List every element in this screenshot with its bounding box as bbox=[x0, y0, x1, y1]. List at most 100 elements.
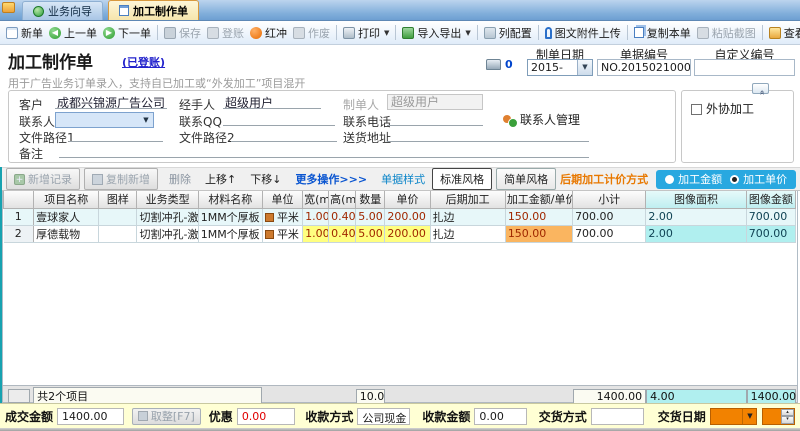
cell-h[interactable]: 0.40 bbox=[328, 208, 357, 226]
address-field[interactable] bbox=[387, 127, 589, 142]
printer-icon[interactable] bbox=[486, 59, 501, 70]
pricing-amount-radio[interactable]: 加工金额 bbox=[665, 171, 722, 187]
copy-add-button[interactable]: 复制新增 bbox=[84, 168, 158, 190]
order-date-combo[interactable]: 2015-02-10 ▼ bbox=[527, 59, 593, 76]
col-height[interactable]: 高(m) bbox=[328, 191, 357, 209]
col-quantity[interactable]: 数量 bbox=[355, 191, 386, 209]
cell-h[interactable]: 0.40 bbox=[328, 225, 357, 243]
delivery-time-spinner[interactable]: ▴ ▾ bbox=[762, 407, 795, 425]
col-unit[interactable]: 单位 bbox=[261, 191, 304, 209]
col-unit-price[interactable]: 单价 bbox=[384, 191, 431, 209]
cell-qty[interactable]: 5.00 bbox=[355, 208, 386, 226]
col-business-type[interactable]: 业务类型 bbox=[136, 191, 199, 209]
chevron-down-icon[interactable]: ▼ bbox=[742, 408, 756, 424]
phone-field[interactable] bbox=[387, 111, 483, 126]
col-project-name[interactable]: 项目名称 bbox=[33, 191, 100, 209]
remark-label: 备注 bbox=[19, 147, 44, 161]
col-image-area[interactable]: 图像面积 bbox=[645, 191, 747, 209]
file-path1-field[interactable] bbox=[69, 127, 163, 142]
new-order-button[interactable]: 新单 bbox=[3, 23, 46, 43]
print-button[interactable]: 打印 ▼ bbox=[340, 23, 392, 43]
handler-field[interactable]: 超级用户 bbox=[223, 94, 321, 109]
next-order-button[interactable]: ▶ 下一单 bbox=[100, 23, 154, 43]
style-simple-button[interactable]: 简单风格 bbox=[496, 168, 557, 190]
cell-name[interactable]: 壹球家人 bbox=[33, 208, 100, 226]
cell-post_price[interactable]: 150.00 bbox=[505, 225, 574, 243]
outsource-checkbox-row[interactable]: 外协加工 bbox=[691, 100, 754, 117]
cell-price[interactable]: 200.00 bbox=[384, 225, 431, 243]
chevron-down-icon[interactable]: ▼ bbox=[577, 60, 592, 75]
cell-post[interactable]: 扎边 bbox=[430, 208, 506, 226]
void-button[interactable]: 作废 bbox=[290, 23, 333, 43]
spin-down-icon[interactable]: ▾ bbox=[781, 416, 794, 424]
cell-w[interactable]: 1.00 bbox=[302, 208, 330, 226]
pay-method-field[interactable]: 公司现金 bbox=[357, 407, 411, 425]
prev-order-button[interactable]: ◀ 上一单 bbox=[46, 23, 100, 43]
file-path2-field[interactable] bbox=[231, 127, 337, 142]
import-export-button[interactable]: 导入导出 ▼ bbox=[399, 23, 473, 43]
view-payment-button[interactable]: 查看收款过程 bbox=[766, 23, 800, 43]
move-up-button[interactable]: 上移↑ bbox=[205, 171, 236, 187]
delivery-date-dropdown[interactable]: ▼ bbox=[709, 407, 758, 425]
contact-manage-button[interactable]: 联系人管理 bbox=[503, 111, 580, 128]
cell-subtotal[interactable]: 700.00 bbox=[572, 208, 647, 226]
cell-material[interactable]: 1MM个厚板 bbox=[198, 208, 263, 226]
cell-type[interactable]: 切割冲孔-激光 bbox=[136, 208, 199, 226]
contact-dropdown[interactable]: ▼ bbox=[55, 112, 154, 128]
col-pattern[interactable]: 图样 bbox=[98, 191, 138, 209]
cell-img_amount[interactable]: 700.00 bbox=[746, 208, 797, 226]
cell-qty[interactable]: 5.00 bbox=[355, 225, 386, 243]
qq-field[interactable] bbox=[223, 111, 335, 126]
cell-price[interactable]: 200.00 bbox=[384, 208, 431, 226]
col-process-price[interactable]: 加工金额/单价 bbox=[504, 191, 574, 209]
col-image-amount[interactable]: 图像金额 bbox=[745, 191, 797, 209]
posted-status-link[interactable]: (已登账) bbox=[122, 54, 165, 70]
cell-unit[interactable]: 平米 bbox=[262, 208, 304, 226]
cell-post[interactable]: 扎边 bbox=[430, 225, 506, 243]
attachment-upload-button[interactable]: 图文附件上传 bbox=[542, 23, 624, 43]
save-button[interactable]: 保存 bbox=[161, 23, 204, 43]
style-standard-button[interactable]: 标准风格 bbox=[432, 168, 493, 190]
col-material[interactable]: 材料名称 bbox=[197, 191, 263, 209]
delete-button[interactable]: 删除 bbox=[169, 171, 191, 187]
received-amount-field[interactable]: 0.00 bbox=[474, 407, 527, 425]
remark-field[interactable] bbox=[59, 143, 589, 158]
col-subtotal[interactable]: 小计 bbox=[572, 191, 647, 209]
discount-field[interactable]: 0.00 bbox=[236, 407, 296, 425]
post-account-button[interactable]: 登账 bbox=[204, 23, 247, 43]
red-flush-button[interactable]: 红冲 bbox=[247, 23, 290, 43]
add-record-button[interactable]: + 新增记录 bbox=[6, 168, 80, 190]
cell-img_amount[interactable]: 700.00 bbox=[746, 225, 797, 243]
round-button[interactable]: 取整[F7] bbox=[131, 407, 201, 425]
cell-post_price[interactable]: 150.00 bbox=[505, 208, 574, 226]
cell-unit[interactable]: 平米 bbox=[262, 225, 304, 243]
tab-processing-order[interactable]: 加工制作单 bbox=[108, 0, 199, 20]
cell-name[interactable]: 厚德载物 bbox=[33, 225, 100, 243]
more-operations-button[interactable]: 更多操作>>> bbox=[295, 171, 367, 187]
spin-up-icon[interactable]: ▴ bbox=[781, 408, 794, 416]
cell-type[interactable]: 切割冲孔-激光 bbox=[136, 225, 199, 243]
paste-screenshot-button[interactable]: 粘贴截图 bbox=[694, 23, 759, 43]
cell-pattern[interactable] bbox=[98, 208, 138, 226]
cell-subtotal[interactable]: 700.00 bbox=[572, 225, 647, 243]
delivery-method-field[interactable] bbox=[590, 407, 644, 425]
custom-no-field[interactable] bbox=[694, 59, 795, 76]
cell-w[interactable]: 1.00 bbox=[302, 225, 330, 243]
outsource-panel: 外协加工 bbox=[681, 90, 794, 163]
collapse-header-button[interactable]: « bbox=[752, 83, 769, 95]
pricing-unit-price-radio[interactable]: 加工单价 bbox=[730, 171, 787, 187]
col-width[interactable]: 宽(m) bbox=[302, 191, 330, 209]
cell-img_area[interactable]: 2.00 bbox=[645, 208, 747, 226]
copy-order-button[interactable]: 复制本单 bbox=[631, 23, 694, 43]
deal-amount-field[interactable]: 1400.00 bbox=[57, 407, 124, 425]
cell-pattern[interactable] bbox=[98, 225, 138, 243]
column-config-button[interactable]: 列配置 bbox=[481, 23, 535, 43]
checkbox-icon[interactable] bbox=[691, 104, 702, 115]
customer-field[interactable]: 成都兴锦源广告公司 bbox=[55, 94, 167, 109]
chevron-down-icon[interactable]: ▼ bbox=[139, 113, 153, 127]
tab-business-wizard[interactable]: 业务向导 bbox=[22, 1, 103, 20]
move-down-button[interactable]: 下移↓ bbox=[250, 171, 281, 187]
cell-img_area[interactable]: 2.00 bbox=[645, 225, 747, 243]
col-post-process[interactable]: 后期加工 bbox=[429, 191, 506, 209]
cell-material[interactable]: 1MM个厚板 bbox=[198, 225, 263, 243]
